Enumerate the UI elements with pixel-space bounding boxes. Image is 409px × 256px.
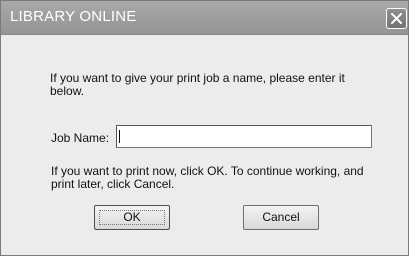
ok-button-label: OK (123, 210, 141, 224)
library-online-dialog: LIBRARY ONLINE If you want to give your … (0, 0, 409, 256)
job-name-input[interactable] (116, 125, 372, 148)
job-name-label: Job Name: (51, 131, 110, 145)
dialog-title: LIBRARY ONLINE (10, 8, 137, 25)
dialog-titlebar[interactable]: LIBRARY ONLINE (1, 1, 408, 35)
close-button[interactable] (386, 8, 407, 29)
close-icon (391, 13, 402, 24)
cancel-button[interactable]: Cancel (243, 205, 319, 230)
text-caret (119, 130, 120, 143)
ok-button[interactable]: OK (94, 205, 170, 230)
name-instruction: If you want to give your print job a nam… (50, 71, 345, 98)
print-instruction: If you want to print now, click OK. To c… (51, 164, 364, 191)
